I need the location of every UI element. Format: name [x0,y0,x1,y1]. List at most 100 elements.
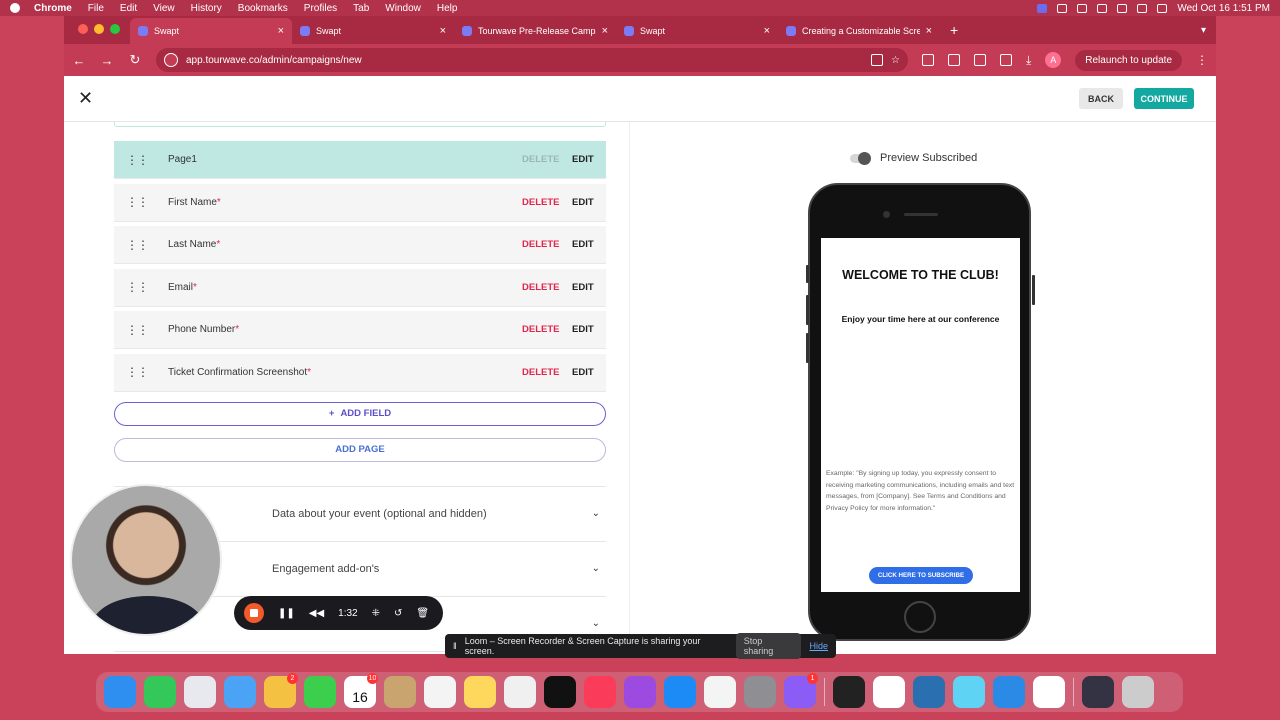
vscode-icon[interactable] [993,676,1025,708]
stop-recording-button[interactable] [244,603,264,623]
webcam-bubble[interactable] [70,484,222,636]
menu-help[interactable]: Help [437,3,458,14]
photos-icon[interactable]: 2 [264,673,298,708]
chevron-down-icon[interactable]: ⌄ [592,563,600,574]
drag-handle-icon[interactable]: ⋮⋮ [126,154,149,166]
relaunch-button[interactable]: Relaunch to update [1075,49,1182,71]
drag-handle-icon[interactable]: ⋮⋮ [126,196,149,208]
zoom-window-icon[interactable] [110,24,120,34]
menu-file[interactable]: File [88,3,104,14]
drag-handle-icon[interactable]: ⋮⋮ [126,366,149,378]
close-tab-icon[interactable]: × [440,25,446,37]
app-store-icon[interactable] [664,676,696,708]
download-icon[interactable]: ⤓ [1026,53,1031,68]
field-row-ticket-screenshot[interactable]: ⋮⋮ Ticket Confirmation Screenshot* DELET… [114,353,606,392]
downloads-stack-icon[interactable] [1082,676,1114,708]
drag-handle-icon[interactable]: ⋮⋮ [126,324,149,336]
browser-tab-4[interactable]: Swapt × [616,18,778,44]
reminders-icon[interactable] [424,676,456,708]
edit-button[interactable]: EDIT [572,239,606,250]
apple-icon[interactable] [10,3,20,13]
menu-history[interactable]: History [191,3,222,14]
mysql-workbench-icon[interactable] [913,676,945,708]
feedback-icon[interactable]: 1 [784,673,818,708]
system-settings-icon[interactable] [744,676,776,708]
minimize-window-icon[interactable] [94,24,104,34]
trash-icon[interactable] [1122,676,1154,708]
wifi-icon[interactable] [1117,3,1128,13]
delete-button[interactable]: DELETE [522,239,572,250]
hide-link[interactable]: Hide [809,641,828,651]
field-row-first-name[interactable]: ⋮⋮ First Name* DELETE EDIT [114,183,606,222]
rewind-icon[interactable]: ◀◀ [309,608,324,619]
url-text[interactable]: app.tourwave.co/admin/campaigns/new [186,55,863,66]
chevron-down-icon[interactable]: ⌄ [592,618,600,629]
extension-icon[interactable] [947,54,960,66]
extensions-puzzle-icon[interactable] [973,54,986,66]
browser-tab-3[interactable]: Tourwave Pre-Release Campa × [454,18,616,44]
field-row-email[interactable]: ⋮⋮ Email* DELETE EDIT [114,268,606,307]
trash-icon[interactable]: 🗑 [416,608,429,619]
site-info-icon[interactable] [164,53,178,67]
restart-icon[interactable]: ↺ [394,608,402,619]
back-arrow-icon[interactable]: ← [72,53,86,68]
messages-icon[interactable] [144,676,176,708]
pause-icon[interactable]: ❚❚ [278,608,295,619]
terminal-icon[interactable] [833,676,865,708]
control-center-icon[interactable] [1157,3,1168,13]
contacts-icon[interactable] [384,676,416,708]
chrome-icon[interactable] [873,676,905,708]
finder-icon[interactable] [104,676,136,708]
news-icon[interactable] [704,676,736,708]
profile-avatar[interactable]: A [1045,52,1062,68]
menu-tab[interactable]: Tab [353,3,369,14]
close-window-icon[interactable] [78,24,88,34]
chevron-down-icon[interactable]: ⌄ [592,508,600,519]
toggle-switch[interactable] [850,151,871,165]
search-icon[interactable] [1137,3,1148,13]
podcasts-icon[interactable] [624,676,656,708]
edit-button[interactable]: EDIT [572,324,606,335]
close-tab-icon[interactable]: × [602,25,608,37]
browser-tab-5[interactable]: Creating a Customizable Scre × [778,18,940,44]
chrome-menu-icon[interactable]: ⋮ [1196,53,1208,67]
drag-handle-icon[interactable]: ⋮⋮ [126,281,149,293]
add-page-button[interactable]: ADD PAGE [114,437,606,462]
close-tab-icon[interactable]: × [926,25,932,37]
extension-icon[interactable] [921,54,934,66]
add-field-button[interactable]: + ADD FIELD [114,401,606,426]
delete-button[interactable]: DELETE [522,197,572,208]
launchpad-icon[interactable] [184,676,216,708]
menu-bookmarks[interactable]: Bookmarks [238,3,288,14]
menubar-clock[interactable]: Wed Oct 16 1:51 PM [1177,3,1270,14]
facetime-icon[interactable] [304,676,336,708]
menu-window[interactable]: Window [385,3,421,14]
continue-button[interactable]: CONTINUE [1134,88,1194,109]
edit-button[interactable]: EDIT [572,282,606,293]
back-button[interactable]: BACK [1079,88,1123,109]
edit-button[interactable]: EDIT [572,367,606,378]
notes-icon[interactable] [464,676,496,708]
calendar-icon[interactable]: 16 10 [344,673,378,708]
battery-icon[interactable] [1097,3,1108,13]
slack-icon[interactable] [1033,676,1065,708]
menu-profiles[interactable]: Profiles [304,3,337,14]
apple-tv-icon[interactable] [544,676,576,708]
delete-button[interactable]: DELETE [522,282,572,293]
subscribe-button[interactable]: CLICK HERE TO SUBSCRIBE [869,567,973,584]
close-tab-icon[interactable]: × [764,25,770,37]
field-row-last-name[interactable]: ⋮⋮ Last Name* DELETE EDIT [114,226,606,264]
reload-icon[interactable]: ↻ [128,52,142,68]
field-row-page1[interactable]: ⋮⋮ Page1 DELETE EDIT [114,141,606,179]
stop-sharing-button[interactable]: Stop sharing [735,633,802,659]
menu-edit[interactable]: Edit [120,3,137,14]
browser-tab-1[interactable]: Swapt × [130,18,292,44]
freeform-icon[interactable] [504,676,536,708]
chrome-status-icon[interactable] [1057,3,1068,13]
music-icon[interactable] [584,676,616,708]
bookmark-star-icon[interactable]: ☆ [891,55,900,66]
menu-app-name[interactable]: Chrome [34,3,72,14]
forward-arrow-icon[interactable]: → [100,53,114,68]
drag-handle-icon[interactable]: ⋮⋮ [126,239,149,251]
preview-subscribed-toggle[interactable]: Preview Subscribed [850,151,977,165]
